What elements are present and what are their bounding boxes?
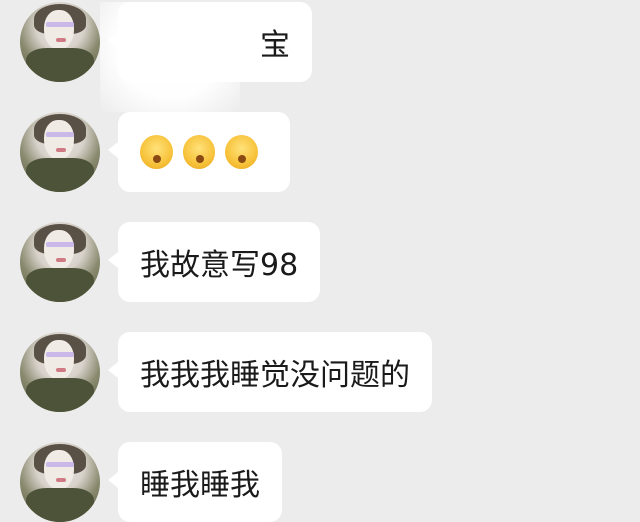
message-bubble[interactable]: 我我我睡觉没问题的	[108, 332, 432, 412]
chat-message-list: 宝 我故意写98 我我我睡觉没问题的 睡我睡我	[0, 0, 640, 522]
message-bubble[interactable]	[108, 112, 290, 192]
monkey-covering-eyes-icon	[225, 135, 259, 169]
monkey-covering-eyes-icon	[140, 135, 173, 169]
sender-avatar[interactable]	[20, 222, 100, 302]
message-bubble[interactable]: 宝	[108, 2, 312, 82]
message-text: 我我我睡觉没问题的	[140, 358, 410, 393]
message-text: 我故意写98	[140, 248, 299, 283]
sender-avatar[interactable]	[20, 442, 100, 522]
message-bubble[interactable]: 我故意写98	[107, 222, 321, 302]
sender-avatar[interactable]	[20, 332, 100, 412]
sender-avatar[interactable]	[20, 2, 100, 82]
message-bubble[interactable]: 睡我睡我	[108, 442, 282, 522]
monkey-covering-eyes-icon	[182, 135, 216, 169]
sender-avatar[interactable]	[20, 112, 100, 192]
message-text: 睡我睡我	[140, 468, 260, 503]
message-text: 宝	[260, 28, 290, 63]
